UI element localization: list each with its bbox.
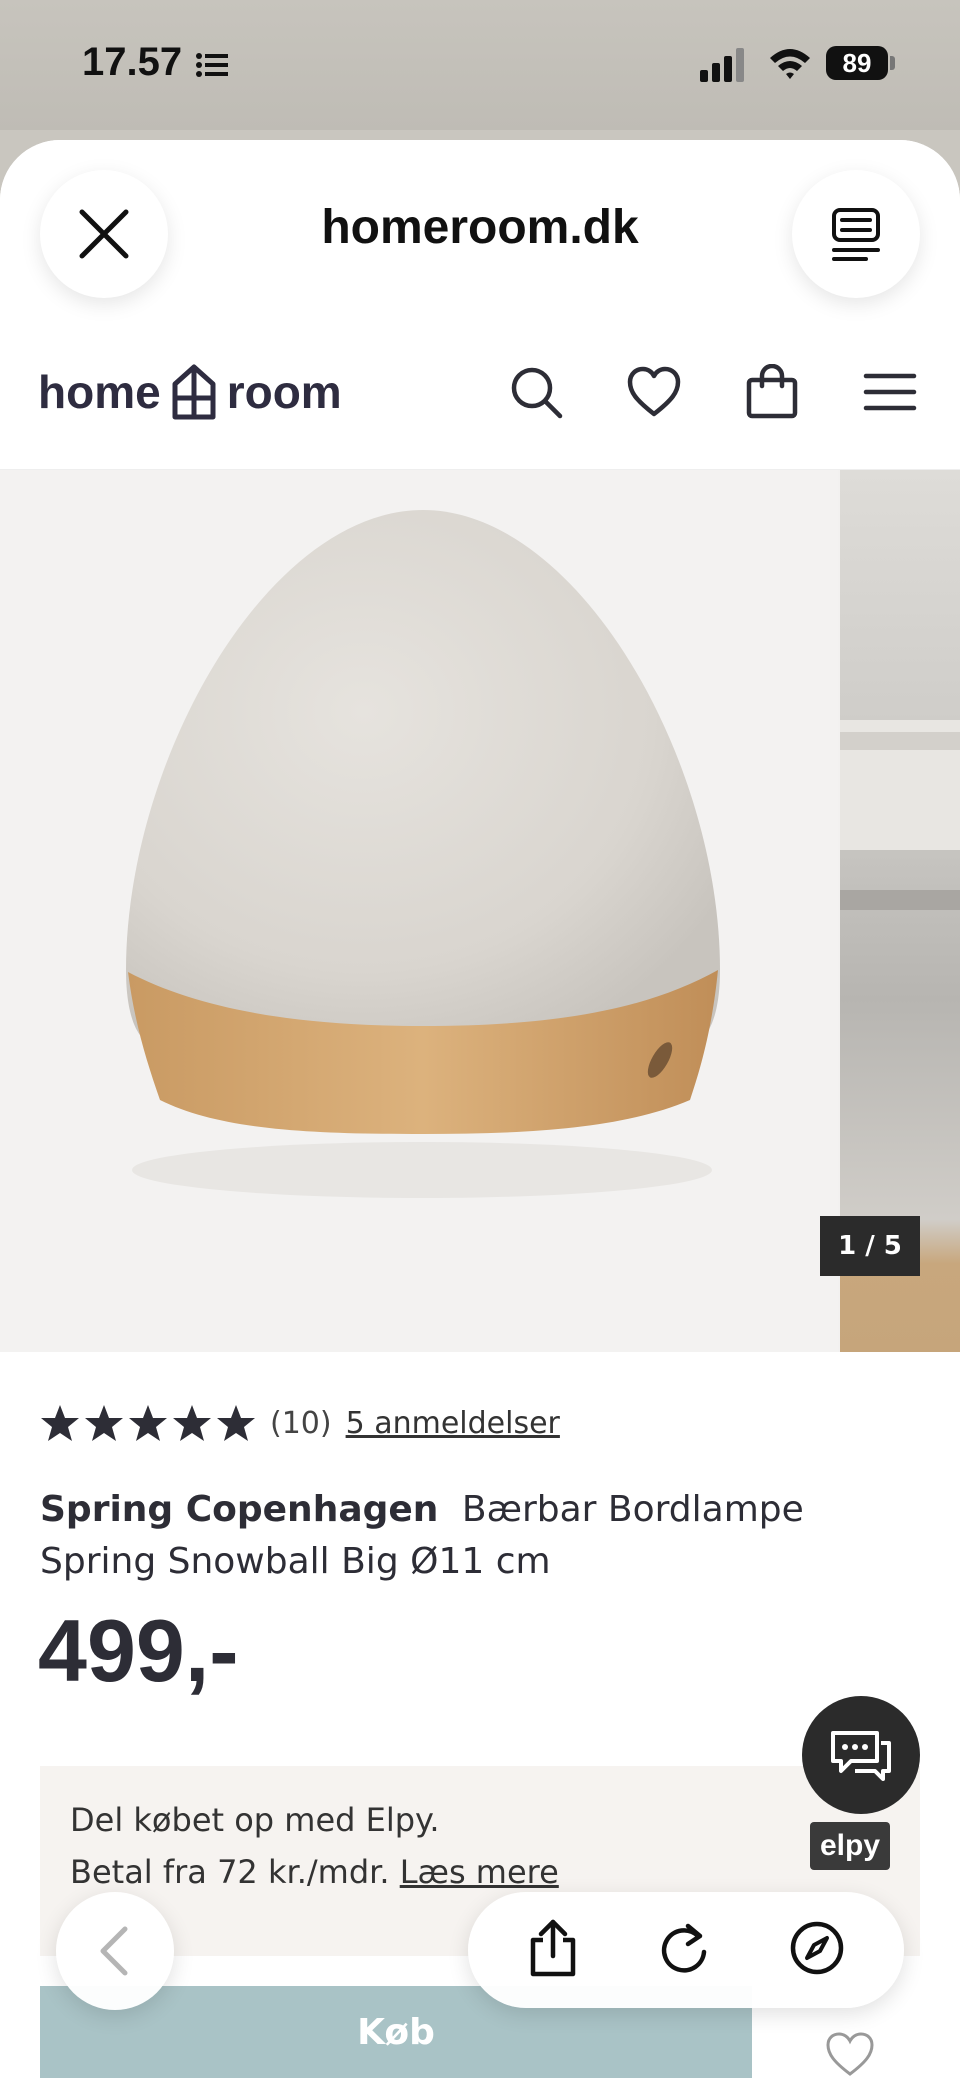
battery-indicator: 89	[826, 46, 888, 80]
wifi-icon	[770, 49, 810, 79]
reader-icon	[832, 208, 880, 261]
browser-url[interactable]: homeroom.dk	[200, 200, 760, 255]
star-icon	[129, 1405, 167, 1441]
compass-icon	[790, 1921, 843, 1975]
star-icon	[173, 1405, 211, 1441]
reader-button[interactable]	[792, 170, 920, 298]
browser-back-button[interactable]	[56, 1892, 174, 2010]
bag-button[interactable]	[744, 363, 800, 420]
gallery-counter: 1 / 5	[820, 1216, 920, 1276]
heart-icon	[627, 366, 681, 417]
bag-icon	[746, 363, 798, 419]
search-button[interactable]	[508, 364, 564, 420]
status-bar: 17.57 89	[0, 0, 960, 130]
add-to-wishlist-button[interactable]	[824, 2030, 876, 2078]
close-button[interactable]	[40, 170, 168, 298]
share-icon	[531, 1919, 576, 1977]
logo-text-left: home	[38, 366, 161, 418]
house-logo-icon	[172, 364, 216, 420]
reload-icon	[661, 1923, 707, 1973]
logo-text-right: room	[226, 366, 342, 418]
star-icon	[85, 1405, 123, 1441]
rating-row: (10) 5 anmeldelser	[40, 1404, 560, 1442]
rating-count: (10)	[270, 1405, 332, 1441]
rating-stars	[40, 1404, 256, 1442]
reload-button[interactable]	[658, 1920, 710, 1980]
share-button[interactable]	[527, 1918, 579, 1982]
search-icon	[511, 367, 563, 419]
status-time: 17.57	[82, 40, 183, 84]
elpy-line2: Betal fra 72 kr./mdr. Læs mere	[70, 1846, 890, 1898]
browser-toolbar	[468, 1892, 904, 2008]
reviews-link[interactable]: 5 anmeldelser	[346, 1406, 560, 1441]
site-logo[interactable]: home room	[38, 362, 342, 422]
heart-outline-icon	[826, 2032, 874, 2076]
menu-button[interactable]	[862, 364, 918, 420]
wishlist-button[interactable]	[626, 364, 682, 420]
lamp-illustration	[126, 510, 720, 1198]
elpy-read-more-link[interactable]: Læs mere	[400, 1853, 559, 1891]
elpy-price-text: Betal fra 72 kr./mdr.	[70, 1853, 390, 1891]
menu-icon	[863, 373, 917, 411]
chat-button[interactable]	[802, 1696, 920, 1814]
product-brand[interactable]: Spring Copenhagen	[40, 1489, 438, 1530]
chat-icon	[831, 1731, 891, 1781]
product-price: 499,-	[38, 1601, 239, 1700]
focus-list-icon	[196, 53, 228, 77]
cellular-signal-icon	[700, 48, 744, 82]
product-image[interactable]	[0, 470, 838, 1352]
battery-tip	[890, 56, 895, 70]
product-gallery[interactable]	[0, 470, 960, 1352]
elpy-badge[interactable]: elpy	[810, 1822, 890, 1870]
star-icon	[41, 1405, 79, 1441]
chevron-left-icon	[100, 1926, 128, 1976]
star-icon	[217, 1405, 255, 1441]
compass-button[interactable]	[789, 1920, 845, 1980]
product-title: Spring Copenhagen Bærbar Bordlampe Sprin…	[40, 1484, 920, 1588]
elpy-line1: Del købet op med Elpy.	[70, 1801, 440, 1839]
close-icon	[79, 209, 129, 259]
